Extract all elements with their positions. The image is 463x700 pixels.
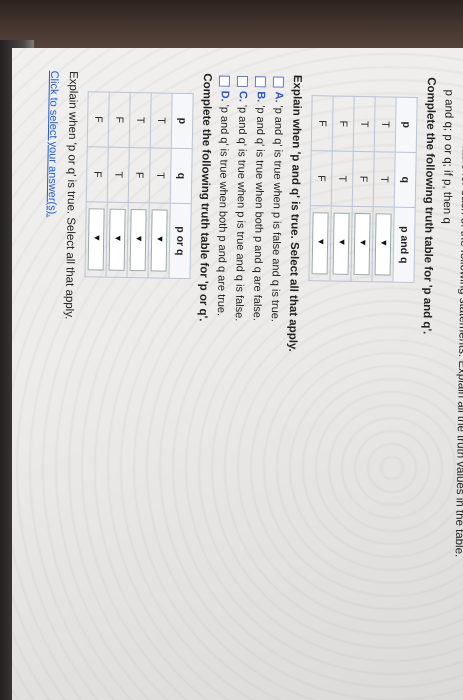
cell-p: T — [353, 96, 376, 152]
cell-p: F — [332, 96, 355, 152]
cell-q: F — [352, 151, 375, 207]
screen: Make a truth table for each of the follo… — [12, 48, 463, 700]
dropdown-arrow-icon: ▼ — [337, 237, 348, 247]
table-row: F F ▼ — [84, 91, 110, 278]
cell-p: F — [311, 95, 334, 152]
cell-q: F — [86, 146, 109, 203]
dropdown-arrow-icon: ▼ — [113, 233, 124, 243]
truth-dropdown[interactable]: ▼ — [108, 208, 126, 271]
result-cell: ▼ — [126, 202, 150, 278]
checkbox[interactable] — [219, 75, 231, 87]
result-cell: ▼ — [147, 202, 171, 279]
table-row: T F ▼ — [350, 96, 376, 282]
cell-q: F — [128, 147, 151, 203]
cell-q: T — [107, 147, 130, 203]
table-row: T F ▼ — [126, 92, 152, 278]
choice-letter: B. — [254, 91, 267, 103]
dropdown-arrow-icon: ▼ — [92, 233, 103, 243]
result-cell: ▼ — [350, 206, 374, 282]
table-row: F F ▼ — [308, 95, 334, 282]
cell-p: T — [150, 92, 173, 149]
result-cell: ▼ — [329, 206, 353, 282]
cell-p: F — [108, 92, 131, 148]
cell-p: T — [129, 92, 152, 148]
header-p: p — [171, 93, 194, 149]
table-row: F T ▼ — [105, 92, 131, 278]
table-header-row: p q p and q — [392, 97, 418, 283]
dropdown-arrow-icon: ▼ — [379, 238, 390, 248]
cell-q: F — [310, 150, 333, 207]
result-cell: ▼ — [371, 206, 395, 283]
or-truth-table: p q p or q T T ▼ T F ▼ F T ▼ F F ▼ — [84, 91, 194, 279]
and-truth-table: p q p and q T T ▼ T F ▼ F T ▼ F F ▼ — [308, 95, 418, 283]
or-explain-prompt: Explain when 'p or q' is true. Select al… — [62, 70, 80, 320]
header-q: q — [170, 148, 193, 204]
checkbox[interactable] — [255, 76, 267, 88]
result-cell: ▼ — [308, 205, 332, 282]
cell-q: T — [149, 147, 172, 204]
choice-text: 'p and q' is true when both p and q are … — [250, 105, 267, 322]
truth-dropdown[interactable]: ▼ — [332, 212, 350, 275]
cell-q: T — [373, 151, 396, 208]
cell-p: F — [87, 91, 110, 148]
header-result: p or q — [168, 203, 192, 279]
choice-letter: A. — [272, 91, 285, 103]
truth-dropdown[interactable]: ▼ — [311, 212, 329, 275]
table-row: F T ▼ — [329, 96, 355, 282]
dropdown-arrow-icon: ▼ — [155, 234, 166, 244]
header-result: p and q — [392, 207, 416, 283]
header-q: q — [394, 152, 417, 208]
truth-dropdown[interactable]: ▼ — [129, 209, 147, 272]
header-p: p — [395, 97, 418, 153]
question-content: Make a truth table for each of the follo… — [23, 70, 463, 700]
truth-dropdown[interactable]: ▼ — [374, 213, 392, 276]
checkbox[interactable] — [273, 76, 285, 88]
table-header-row: p q p or q — [168, 93, 194, 279]
choice-letter: C. — [236, 90, 249, 103]
dropdown-arrow-icon: ▼ — [316, 237, 327, 247]
truth-dropdown[interactable]: ▼ — [150, 209, 168, 272]
table-row: T T ▼ — [371, 96, 397, 283]
cell-q: T — [331, 151, 354, 207]
checkbox[interactable] — [237, 75, 249, 88]
truth-dropdown[interactable]: ▼ — [353, 212, 371, 276]
choice-text: 'p and q' is true when both p and q are … — [214, 104, 231, 317]
result-cell: ▼ — [84, 201, 108, 278]
dropdown-arrow-icon: ▼ — [358, 238, 369, 248]
dropdown-arrow-icon: ▼ — [134, 234, 145, 244]
table-row: T T ▼ — [147, 92, 173, 279]
truth-dropdown[interactable]: ▼ — [87, 208, 105, 271]
cell-p: T — [374, 96, 397, 153]
choice-text: 'p and q' is true when p is true and q i… — [232, 104, 249, 322]
choice-letter: D. — [218, 90, 231, 102]
result-cell: ▼ — [105, 202, 129, 278]
choice-text: 'p and q' is true when p is false and q … — [268, 105, 285, 323]
